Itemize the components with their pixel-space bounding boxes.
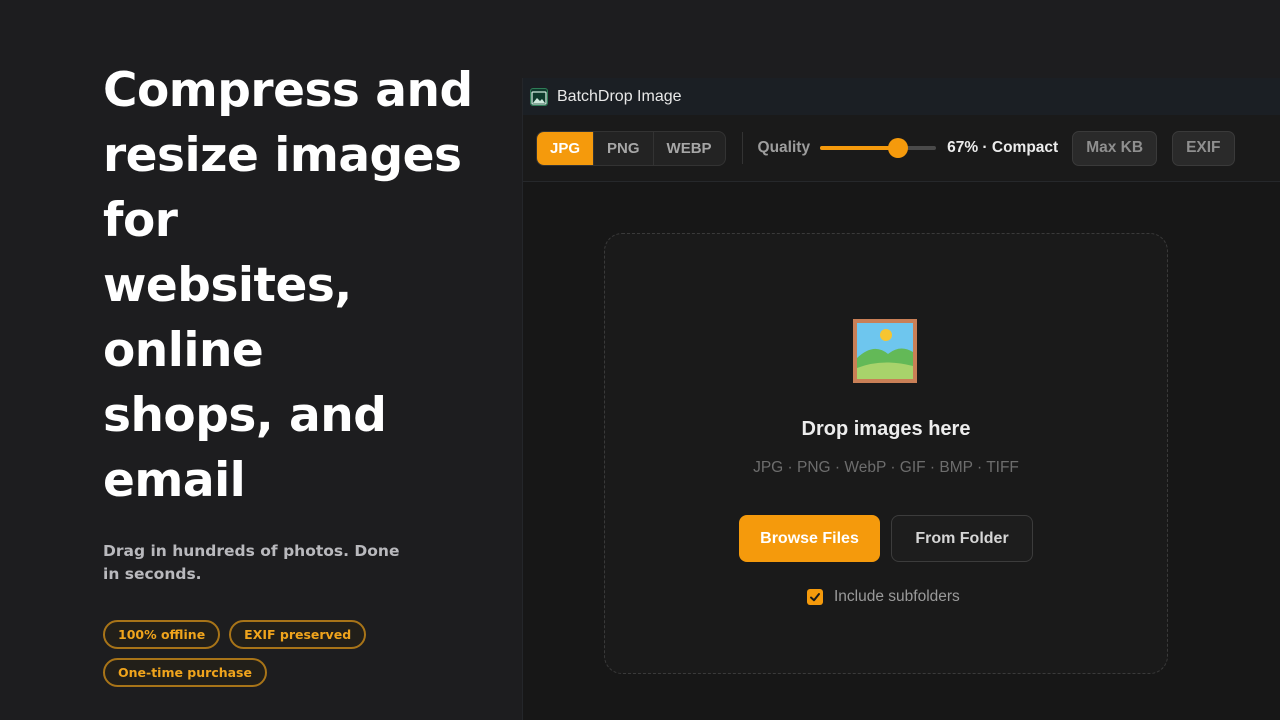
quality-label: Quality	[757, 139, 811, 156]
drop-title: Drop images here	[801, 418, 971, 440]
include-subfolders-option[interactable]: Include subfolders	[807, 588, 960, 606]
from-folder-button[interactable]: From Folder	[891, 515, 1033, 562]
landscape-photo-icon	[530, 87, 548, 106]
max-kb-button[interactable]: Max KB	[1072, 130, 1158, 166]
framed-picture-icon	[853, 319, 917, 383]
include-subfolders-checkbox[interactable]	[807, 589, 823, 605]
badge-offline: 100% offline	[103, 620, 221, 649]
format-webp-button[interactable]: WEBP	[654, 132, 725, 165]
drop-zone[interactable]: Drop images here JPG · PNG · WebP · GIF …	[604, 233, 1168, 674]
drop-actions: Browse Files From Folder	[739, 515, 1033, 562]
subheadline: Drag in hundreds of photos. Done in seco…	[103, 542, 400, 583]
format-png-button[interactable]: PNG	[594, 131, 654, 165]
supported-formats: JPG · PNG · WebP · GIF · BMP · TIFF	[753, 459, 1019, 476]
title-bar: BatchDrop Image	[523, 78, 1280, 115]
badge-exif: EXIF preserved	[229, 620, 367, 649]
badge-purchase: One-time purchase	[103, 658, 267, 687]
window-title: BatchDrop Image	[557, 87, 682, 105]
include-subfolders-label: Include subfolders	[834, 588, 960, 605]
format-jpg-button[interactable]: JPG	[537, 131, 595, 165]
app-window: BatchDrop Image JPG PNG WEBP Quality 67%…	[522, 78, 1280, 720]
format-selector: JPG PNG WEBP	[536, 130, 726, 166]
quality-value: 67% · Compact	[947, 139, 1059, 156]
promo-panel: Compress and resize images for websites,…	[103, 58, 503, 687]
headline: Compress and resize images for websites,…	[103, 63, 473, 508]
browse-files-button[interactable]: Browse Files	[739, 515, 880, 562]
exif-button[interactable]: EXIF	[1172, 130, 1235, 166]
toolbar-divider	[741, 132, 743, 164]
toolbar: JPG PNG WEBP Quality 67% · Compact Max K…	[523, 115, 1280, 182]
quality-slider-fill	[820, 146, 898, 150]
checkmark-icon	[810, 593, 820, 602]
feature-badges: 100% offline EXIF preserved One-time pur…	[103, 620, 403, 687]
quality-slider-thumb[interactable]	[887, 138, 908, 158]
quality-slider[interactable]	[820, 138, 937, 158]
